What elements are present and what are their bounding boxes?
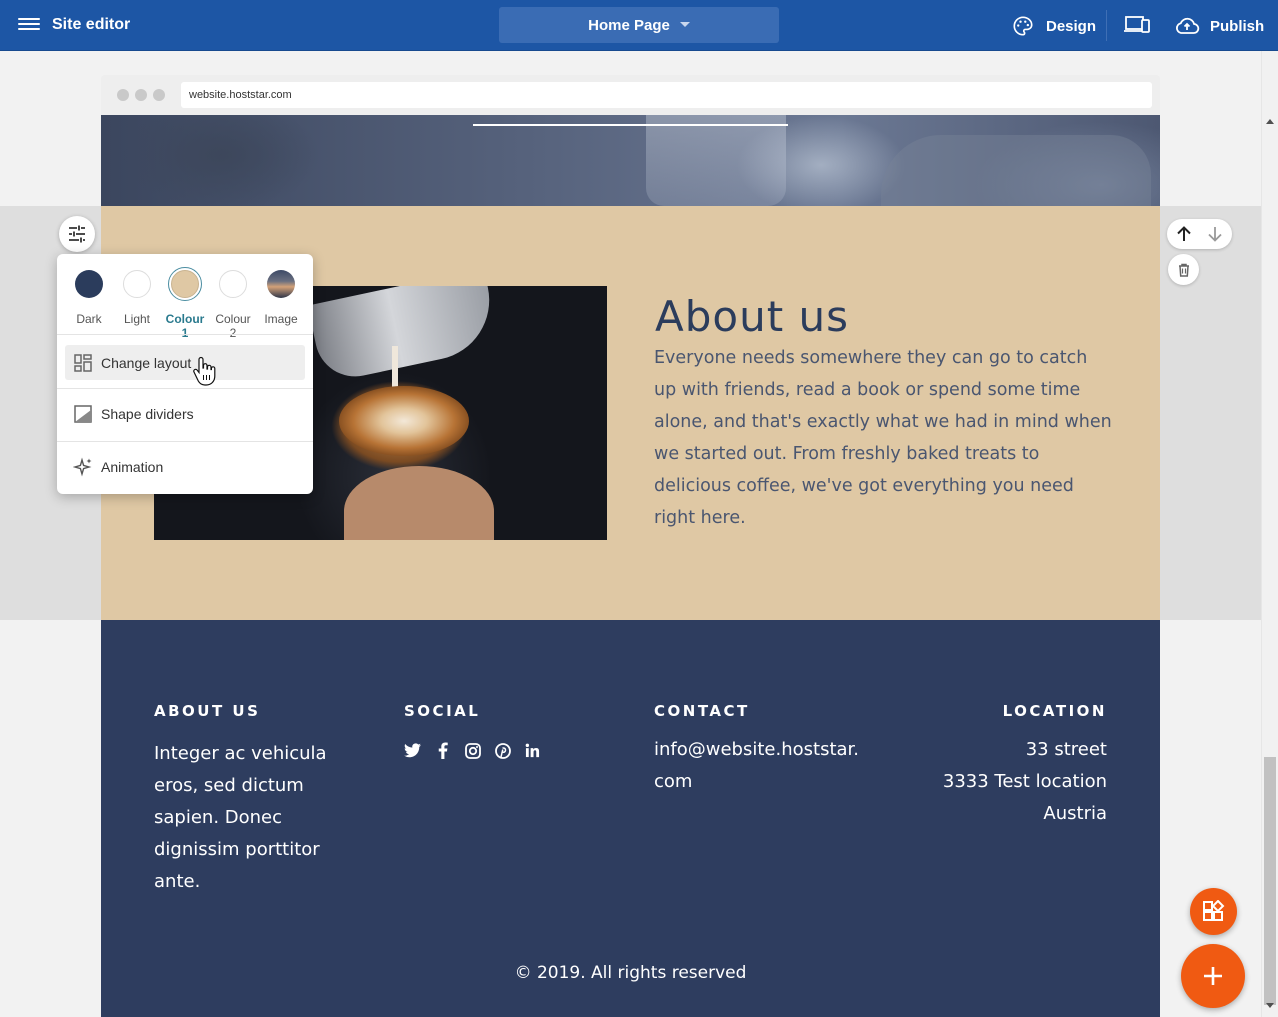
add-element-button[interactable] bbox=[1181, 944, 1245, 1008]
footer-social-heading: SOCIAL bbox=[404, 702, 481, 720]
move-up-arrow-icon[interactable] bbox=[1174, 224, 1194, 244]
swatch-colour-1[interactable]: Colour 1 bbox=[165, 267, 205, 340]
delete-section-button[interactable] bbox=[1168, 254, 1199, 285]
hamburger-menu-icon[interactable] bbox=[18, 15, 40, 35]
trash-icon bbox=[1178, 263, 1189, 277]
move-down-arrow-icon[interactable] bbox=[1205, 224, 1225, 244]
site-footer[interactable]: ABOUT US Integer ac vehicula eros, sed d… bbox=[101, 620, 1160, 1017]
swatch-label: Colour 2 bbox=[215, 312, 251, 340]
section-settings-button[interactable] bbox=[59, 216, 95, 252]
swatch-label: Dark bbox=[76, 312, 102, 326]
footer-contact-email-line2[interactable]: com bbox=[654, 766, 692, 798]
shape-dividers-item[interactable]: Shape dividers bbox=[65, 396, 305, 431]
window-dot bbox=[153, 89, 165, 101]
swatch-colour-2[interactable]: Colour 2 bbox=[213, 268, 253, 340]
widgets-icon bbox=[1202, 899, 1224, 921]
scroll-up-arrow-icon[interactable] bbox=[1266, 119, 1274, 124]
footer-copyright: © 2019. All rights reserved bbox=[514, 963, 747, 983]
widgets-button[interactable] bbox=[1190, 888, 1237, 935]
footer-location-heading: LOCATION bbox=[1002, 702, 1107, 720]
animation-label: Animation bbox=[101, 458, 164, 475]
publish-button[interactable]: Publish bbox=[1174, 13, 1264, 39]
publish-label: Publish bbox=[1210, 17, 1265, 35]
linkedin-icon[interactable] bbox=[524, 742, 541, 759]
hero-cup-shape bbox=[646, 115, 786, 206]
latte-foam-shape bbox=[339, 386, 469, 456]
milk-pitcher-shape bbox=[307, 286, 501, 384]
swatch-colour-1-circle bbox=[171, 270, 199, 298]
change-layout-label: Change layout bbox=[101, 354, 192, 371]
browser-frame-bar: website.hoststar.com bbox=[101, 75, 1160, 115]
pinterest-icon[interactable] bbox=[494, 742, 511, 759]
layout-icon bbox=[73, 353, 93, 373]
section-move-controls bbox=[1167, 219, 1232, 249]
animation-item[interactable]: Animation bbox=[65, 449, 305, 484]
footer-location-line1: 33 street bbox=[1025, 739, 1107, 760]
design-button[interactable]: Design bbox=[1012, 13, 1096, 39]
window-dot bbox=[117, 89, 129, 101]
social-icons bbox=[404, 742, 541, 759]
footer-location-line2: 3333 Test location bbox=[942, 771, 1107, 792]
swatch-label: Colour 1 bbox=[165, 312, 205, 340]
image-swatch-icon bbox=[267, 270, 295, 298]
about-paragraph[interactable]: Everyone needs somewhere they can go to … bbox=[654, 342, 1114, 534]
swatch-colour-2-circle bbox=[219, 270, 247, 298]
editor-topbar: Site editor Home Page Design Publish bbox=[0, 0, 1278, 51]
change-layout-item[interactable]: Change layout bbox=[65, 345, 305, 380]
footer-about-heading: ABOUT US bbox=[154, 702, 261, 720]
popover-divider bbox=[57, 334, 313, 335]
twitter-icon[interactable] bbox=[404, 742, 421, 759]
shape-dividers-label: Shape dividers bbox=[101, 405, 194, 422]
page-selector[interactable]: Home Page bbox=[499, 7, 779, 43]
device-preview-icon[interactable] bbox=[1124, 15, 1150, 40]
toolbar-divider bbox=[1106, 10, 1107, 41]
sparkle-icon bbox=[73, 457, 93, 477]
swatch-label: Image bbox=[264, 312, 298, 326]
swatch-dark[interactable]: Dark bbox=[69, 268, 109, 326]
hero-image-section[interactable] bbox=[101, 115, 1160, 206]
scroll-down-arrow-icon[interactable] bbox=[1266, 1003, 1274, 1008]
about-title[interactable]: About us bbox=[655, 292, 849, 341]
shape-divider-icon bbox=[73, 404, 93, 424]
section-style-popover: Dark Light Colour 1 Colour 2 Image Chang… bbox=[57, 254, 313, 494]
hand-shape bbox=[344, 466, 494, 540]
hero-hand-shape bbox=[881, 135, 1151, 206]
swatch-dark-circle bbox=[75, 270, 103, 298]
selected-ring bbox=[168, 267, 202, 301]
page-selector-label: Home Page bbox=[588, 17, 670, 34]
scroll-thumb[interactable] bbox=[1264, 757, 1276, 1005]
swatch-image[interactable]: Image bbox=[261, 268, 301, 326]
caret-down-icon bbox=[679, 22, 690, 27]
swatch-light-circle bbox=[123, 270, 151, 298]
popover-divider bbox=[57, 441, 313, 442]
tune-icon bbox=[69, 225, 85, 243]
footer-about-text: Integer ac vehicula eros, sed dictum sap… bbox=[154, 743, 327, 892]
footer-contact-heading: CONTACT bbox=[654, 702, 750, 720]
instagram-icon[interactable] bbox=[464, 742, 481, 759]
palette-icon bbox=[1013, 16, 1033, 36]
hero-underline bbox=[473, 124, 788, 126]
design-label: Design bbox=[1046, 17, 1097, 35]
swatch-label: Light bbox=[123, 312, 151, 326]
url-bar: website.hoststar.com bbox=[181, 82, 1152, 108]
page-scrollbar[interactable] bbox=[1261, 51, 1278, 1017]
swatch-light[interactable]: Light bbox=[117, 268, 157, 326]
window-dot bbox=[135, 89, 147, 101]
facebook-icon[interactable] bbox=[434, 742, 451, 759]
footer-location-line3: Austria bbox=[1043, 803, 1107, 824]
plus-icon bbox=[1204, 967, 1222, 985]
popover-divider bbox=[57, 388, 313, 389]
hand-cursor-icon bbox=[193, 356, 216, 386]
app-title: Site editor bbox=[52, 16, 131, 33]
cloud-upload-icon bbox=[1176, 17, 1200, 34]
footer-contact-email-line1[interactable]: info@website.hoststar. bbox=[654, 734, 859, 766]
